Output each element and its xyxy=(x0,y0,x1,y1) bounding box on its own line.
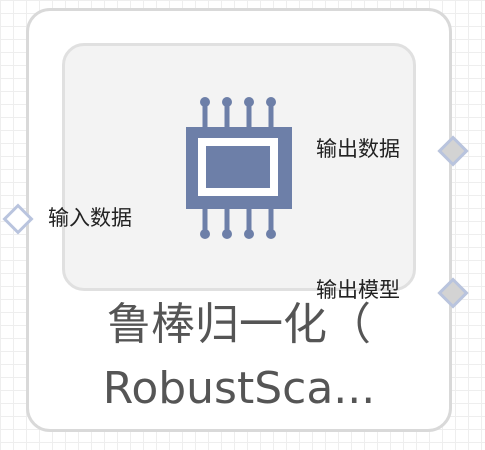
input-data-label: 输入数据 xyxy=(48,206,132,230)
output-data-label: 输出数据 xyxy=(316,137,400,161)
node-title-line1: 鲁棒归一化（ xyxy=(107,299,371,350)
node-title-line2: RobustSca... xyxy=(102,363,376,414)
output-model-label: 输出模型 xyxy=(316,278,400,302)
chip-icon xyxy=(186,97,292,239)
